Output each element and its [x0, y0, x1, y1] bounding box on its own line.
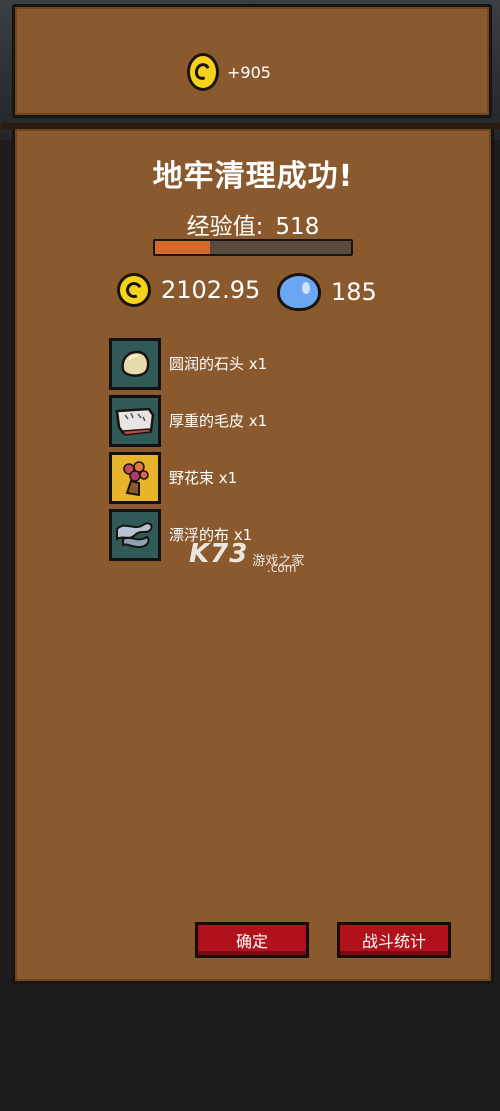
result-title: 地牢清理成功! — [152, 159, 354, 194]
loot-list: 圆润的石头 x1 厚重的毛皮 x1 野花束 x1 漂浮的布 x1 — [109, 335, 267, 563]
confirm-button[interactable]: 确定 — [195, 922, 309, 958]
result-panel: 地牢清理成功! 经验值: 518 2102.95 185 圆润的石头 x1 厚重… — [1, 123, 500, 984]
gold-total-value: 2102.95 — [161, 276, 261, 304]
bottom-background — [0, 984, 500, 1111]
gold-gain-value: +905 — [227, 62, 271, 82]
watermark-logo: K73 — [189, 539, 249, 569]
gold-gain: +905 — [187, 53, 271, 91]
item-slot — [109, 394, 161, 447]
gem-total: 185 — [277, 273, 377, 311]
flower-bouquet-icon — [123, 460, 149, 496]
battle-stats-button[interactable]: 战斗统计 — [337, 922, 451, 958]
floating-cloth-icon — [116, 521, 153, 548]
exp-value: 518 — [275, 214, 320, 240]
item-slot — [109, 451, 161, 504]
list-item[interactable]: 圆润的石头 x1 — [109, 335, 267, 392]
item-label: 野花束 x1 — [169, 469, 238, 487]
watermark-domain: .com — [267, 561, 297, 575]
blue-gem-icon — [277, 273, 321, 311]
gold-coin-icon — [187, 53, 219, 91]
gold-coin-icon — [117, 273, 151, 307]
exp-progress-bar — [153, 239, 353, 256]
round-stone-icon — [121, 350, 150, 377]
item-slot — [109, 337, 161, 390]
exp-row: 经验值: 518 — [15, 207, 491, 241]
item-label: 圆润的石头 x1 — [169, 355, 268, 373]
exp-label: 经验值: — [186, 214, 264, 240]
item-slot — [109, 508, 161, 561]
top-reward-panel: +905 — [12, 4, 492, 118]
exp-progress-fill — [155, 241, 210, 254]
watermark: K73 游戏之家 .com — [189, 539, 304, 575]
gem-total-value: 185 — [331, 278, 377, 306]
gold-total: 2102.95 — [117, 273, 260, 307]
heavy-fur-icon — [115, 407, 155, 436]
item-label: 厚重的毛皮 x1 — [169, 412, 268, 430]
list-item[interactable]: 厚重的毛皮 x1 — [109, 392, 267, 449]
list-item[interactable]: 野花束 x1 — [109, 449, 267, 506]
